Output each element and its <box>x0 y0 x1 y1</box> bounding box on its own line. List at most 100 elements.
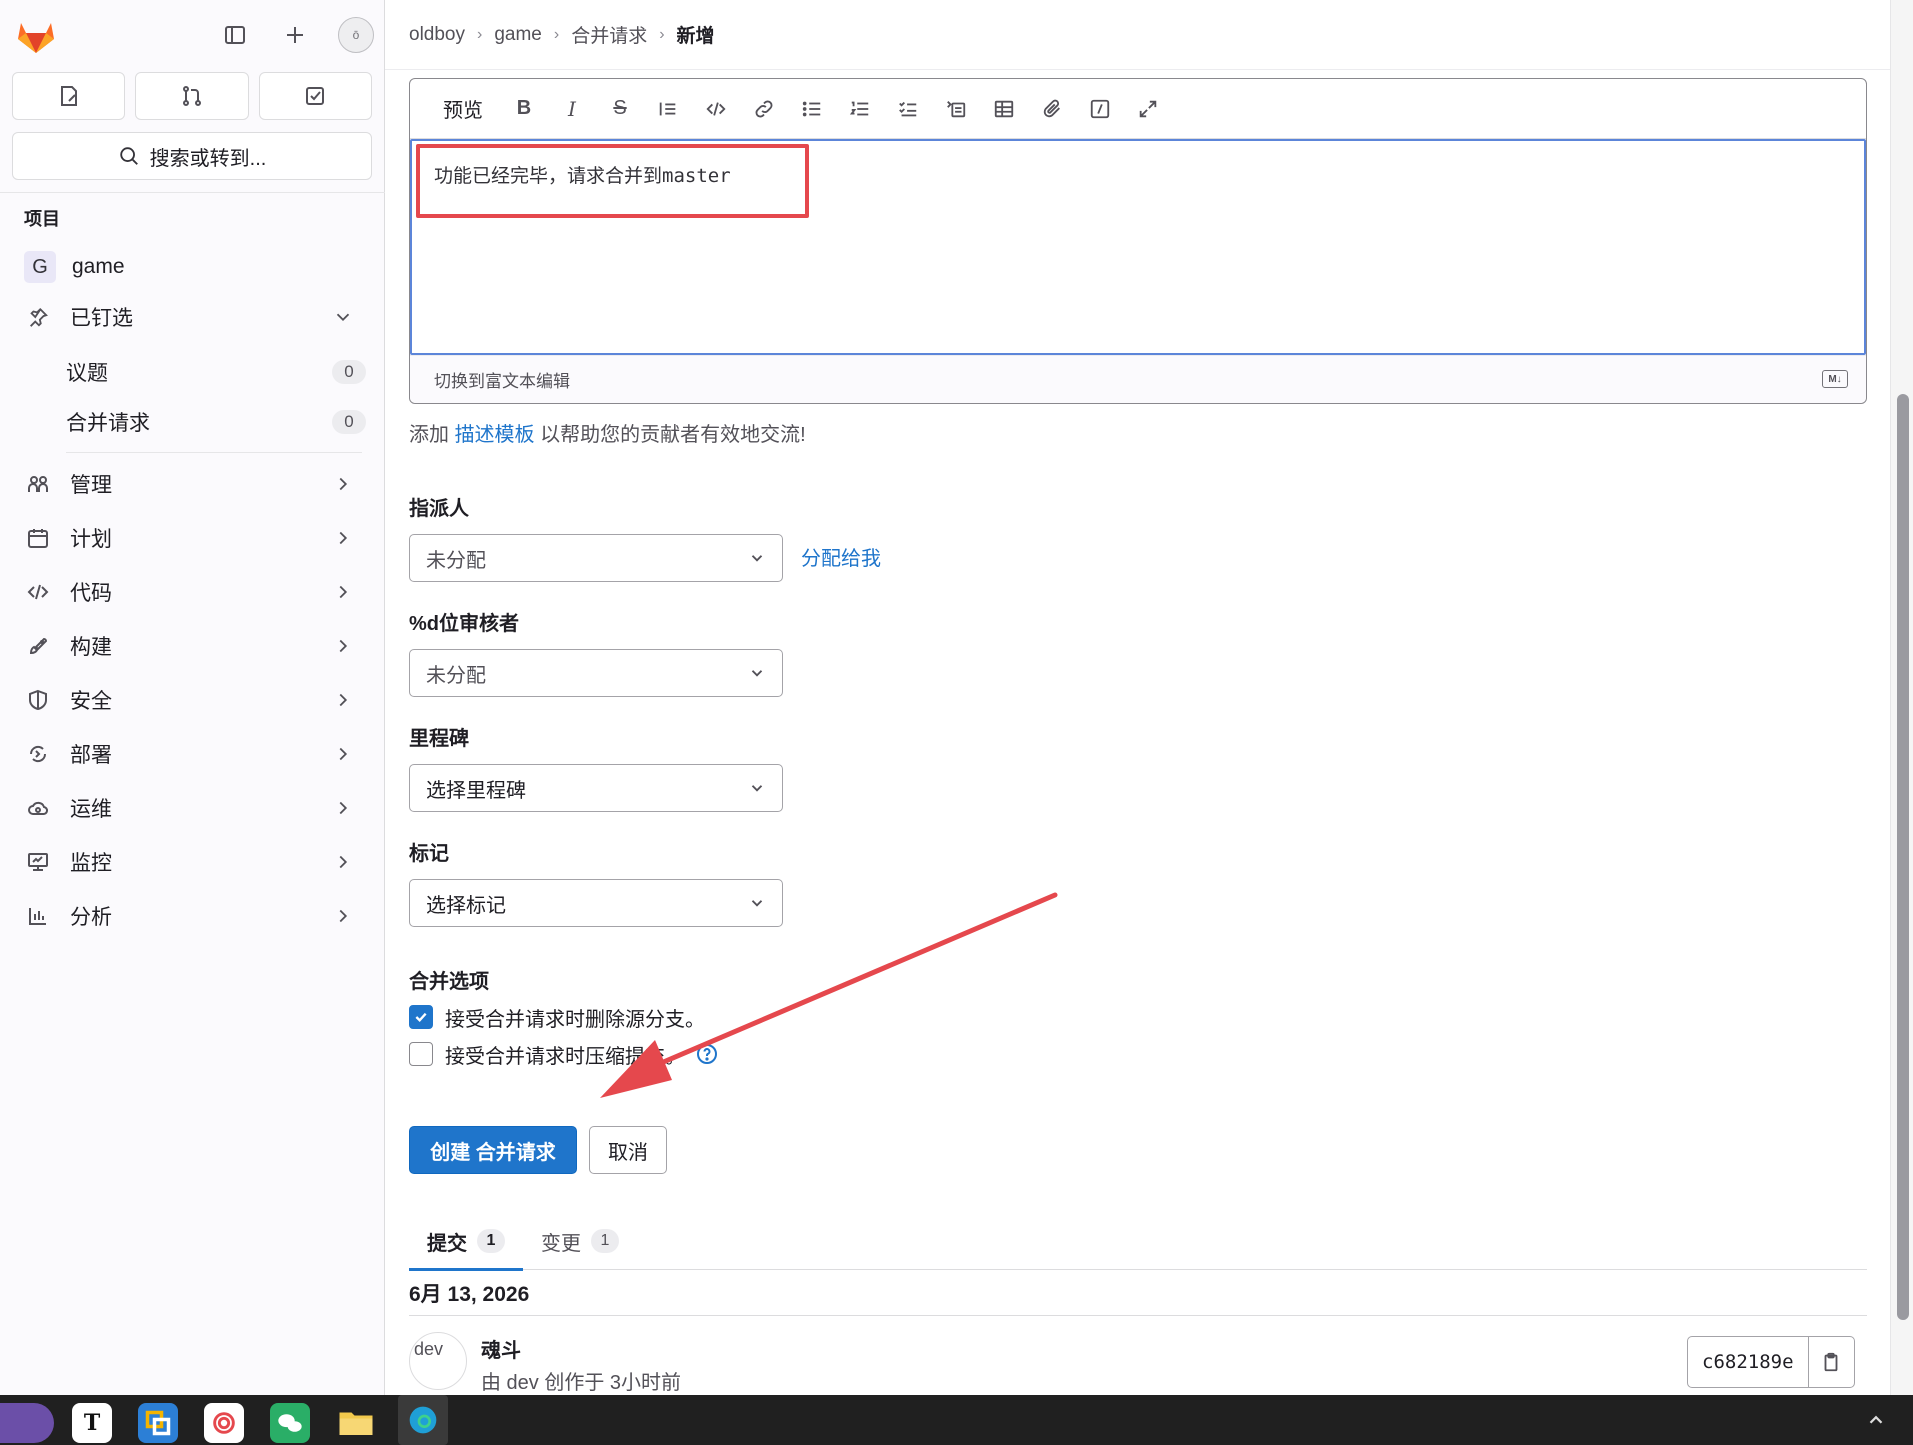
commit-author-avatar[interactable]: dev <box>409 1332 467 1390</box>
vmware-icon[interactable] <box>138 1403 178 1443</box>
attachment-icon[interactable] <box>1028 89 1076 129</box>
search-label: 搜索或转到... <box>149 147 267 170</box>
milestone-select[interactable]: 选择里程碑 <box>409 764 783 812</box>
bullet-list-icon[interactable] <box>788 89 836 129</box>
create-merge-request-button[interactable]: 创建 合并请求 <box>409 1126 577 1174</box>
edge-browser-icon[interactable] <box>398 1395 448 1445</box>
sidebar: ō 搜索或转到... 项目 G game 已钉选 议题 0 合并请求 0 管理 … <box>0 0 385 1395</box>
sidebar-item-build[interactable]: 构建 <box>12 623 374 669</box>
breadcrumb-item[interactable]: 合并请求 <box>571 21 647 48</box>
switch-to-rich-text-button[interactable]: 切换到富文本编辑 <box>434 367 570 392</box>
chevron-right-icon <box>339 531 348 545</box>
merge-requests-shortcut-button[interactable] <box>135 72 249 120</box>
reviewer-label: %d位审核者 <box>409 613 519 635</box>
wechat-icon[interactable] <box>270 1403 310 1443</box>
sidebar-item-analyze[interactable]: 分析 <box>12 893 374 939</box>
assign-to-me-link[interactable]: 分配给我 <box>801 542 881 571</box>
code-icon <box>24 578 52 606</box>
sidebar-item-project[interactable]: G game <box>12 244 374 290</box>
sidebar-item-pinned[interactable]: 已钉选 <box>12 294 374 340</box>
build-label: 构建 <box>70 636 112 659</box>
collapsible-section-icon[interactable] <box>932 89 980 129</box>
chevron-up-icon[interactable] <box>1865 1409 1887 1431</box>
sidebar-divider <box>0 192 385 193</box>
annotation-highlight-box <box>416 144 809 218</box>
search-button[interactable]: 搜索或转到... <box>12 132 372 180</box>
tab-commits[interactable]: 提交 1 <box>409 1212 523 1271</box>
todos-shortcut-button[interactable] <box>258 72 372 120</box>
tab-changes[interactable]: 变更 1 <box>523 1212 637 1270</box>
table-icon[interactable] <box>980 89 1028 129</box>
sidebar-item-operate[interactable]: 运维 <box>12 785 374 831</box>
code-icon[interactable] <box>692 89 740 129</box>
help-icon[interactable] <box>695 1042 719 1066</box>
assignee-select[interactable]: 未分配 <box>409 534 783 582</box>
chevron-right-icon <box>339 477 348 491</box>
breadcrumb-separator-icon: › <box>659 25 665 43</box>
page-scrollbar[interactable] <box>1890 0 1913 1395</box>
quick-action-icon[interactable] <box>1076 89 1124 129</box>
italic-icon[interactable]: I <box>548 89 596 129</box>
sidebar-header: ō <box>14 12 374 58</box>
delete-branch-checkbox[interactable] <box>409 1005 433 1029</box>
squash-checkbox[interactable] <box>409 1042 433 1066</box>
commit-sha[interactable]: c682189e <box>1688 1337 1808 1387</box>
commit-meta: 由 dev 创作于 3小时前 <box>481 1372 682 1394</box>
hint-suffix: 以帮助您的贡献者有效地交流! <box>540 424 806 446</box>
checkmark-icon <box>415 1012 427 1023</box>
sidebar-item-security[interactable]: 安全 <box>12 677 374 723</box>
snail-app-icon[interactable] <box>204 1403 244 1443</box>
sidebar-item-plan[interactable]: 计划 <box>12 515 374 561</box>
toggle-sidebar-icon[interactable] <box>218 18 252 52</box>
hint-prefix: 添加 <box>409 424 449 446</box>
cancel-button[interactable]: 取消 <box>589 1126 667 1174</box>
mr-tabs: 提交 1 变更 1 <box>409 1212 1867 1271</box>
sidebar-item-manage[interactable]: 管理 <box>12 461 374 507</box>
plus-icon[interactable] <box>278 18 312 52</box>
file-explorer-icon[interactable] <box>336 1403 376 1443</box>
chart-icon <box>24 902 52 930</box>
strikethrough-icon[interactable]: S <box>596 89 644 129</box>
labels-select[interactable]: 选择标记 <box>409 879 783 927</box>
sidebar-item-code[interactable]: 代码 <box>12 569 374 615</box>
sidebar-item-monitor[interactable]: 监控 <box>12 839 374 885</box>
typora-icon[interactable]: T <box>72 1403 112 1443</box>
commit-title[interactable]: 魂斗 <box>481 1334 521 1363</box>
monitor-label: 监控 <box>70 852 112 875</box>
chevron-right-icon <box>339 639 348 653</box>
bold-icon[interactable]: B <box>500 89 548 129</box>
chevron-right-icon <box>339 909 348 923</box>
scrollbar-thumb[interactable] <box>1897 394 1909 1320</box>
sidebar-item-merge-requests[interactable]: 合并请求 0 <box>66 400 366 444</box>
copy-sha-button[interactable] <box>1807 1337 1854 1387</box>
sidebar-separator <box>66 452 362 453</box>
rocket-icon <box>24 632 52 660</box>
gitlab-logo[interactable] <box>14 13 58 57</box>
issues-shortcut-button[interactable] <box>12 72 126 120</box>
chevron-down-icon <box>751 555 763 562</box>
issues-label: 议题 <box>66 362 108 385</box>
deploy-label: 部署 <box>70 744 112 767</box>
tab-changes-count: 1 <box>591 1229 619 1253</box>
start-menu-icon[interactable] <box>0 1403 54 1443</box>
merge-requests-count-badge: 0 <box>332 410 366 434</box>
delete-branch-option[interactable]: 接受合并请求时删除源分支。 <box>409 1003 705 1031</box>
description-template-link[interactable]: 描述模板 <box>455 424 535 446</box>
todo-icon <box>306 87 325 105</box>
squash-option[interactable]: 接受合并请求时压缩提交。 <box>409 1040 719 1068</box>
task-list-icon[interactable] <box>884 89 932 129</box>
quote-icon[interactable] <box>644 89 692 129</box>
os-taskbar: T <box>0 1395 1913 1445</box>
numbered-list-icon[interactable] <box>836 89 884 129</box>
preview-button[interactable]: 预览 <box>434 89 492 129</box>
description-editor: 预览 B I S 功能已经完毕，请求合并到master 切换到富文本编辑 M↓ <box>409 78 1867 404</box>
reviewer-select[interactable]: 未分配 <box>409 649 783 697</box>
sidebar-item-deploy[interactable]: 部署 <box>12 731 374 777</box>
breadcrumb-item[interactable]: oldboy <box>409 24 465 46</box>
breadcrumb-item[interactable]: game <box>494 24 542 46</box>
sidebar-item-issues[interactable]: 议题 0 <box>66 350 366 394</box>
link-icon[interactable] <box>740 89 788 129</box>
fullscreen-icon[interactable] <box>1124 89 1172 129</box>
user-avatar[interactable]: ō <box>338 17 374 53</box>
tab-commits-label: 提交 <box>427 1232 467 1255</box>
